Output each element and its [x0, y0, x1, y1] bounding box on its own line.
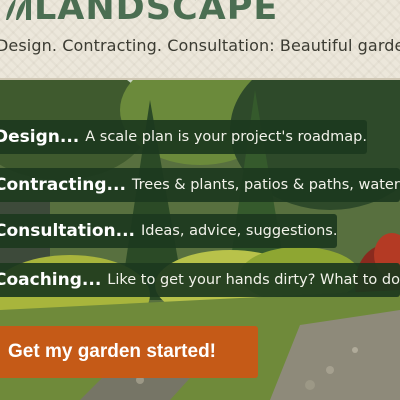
service-description: Trees & plants, patios & paths, water fe…	[131, 177, 400, 193]
brand-title[interactable]: LANDSCAPE	[34, 0, 278, 28]
service-description: A scale plan is your project's roadmap.	[85, 129, 367, 145]
service-name: Consultation...	[0, 221, 136, 241]
service-card-design[interactable]: Design... A scale plan is your project's…	[0, 120, 367, 154]
service-card-consultation[interactable]: Consultation... Ideas, advice, suggestio…	[0, 214, 337, 248]
hero-garden-photo: Design... A scale plan is your project's…	[0, 80, 400, 400]
service-name: Coaching...	[0, 270, 102, 290]
service-card-coaching[interactable]: Coaching... Like to get your hands dirty…	[0, 263, 400, 297]
tagline: Design. Contracting. Consultation: Beaut…	[0, 36, 400, 55]
get-started-button[interactable]: Get my garden started!	[0, 326, 258, 378]
service-card-contracting[interactable]: Contracting... Trees & plants, patios & …	[0, 168, 400, 202]
service-description: Ideas, advice, suggestions.	[141, 223, 337, 239]
service-name: Design...	[0, 127, 80, 147]
leaf-logo-icon[interactable]	[2, 0, 32, 22]
service-description: Like to get your hands dirty? What to do…	[107, 272, 400, 288]
site-header: LANDSCAPE Design. Contracting. Consultat…	[0, 0, 400, 80]
service-name: Contracting...	[0, 175, 126, 195]
